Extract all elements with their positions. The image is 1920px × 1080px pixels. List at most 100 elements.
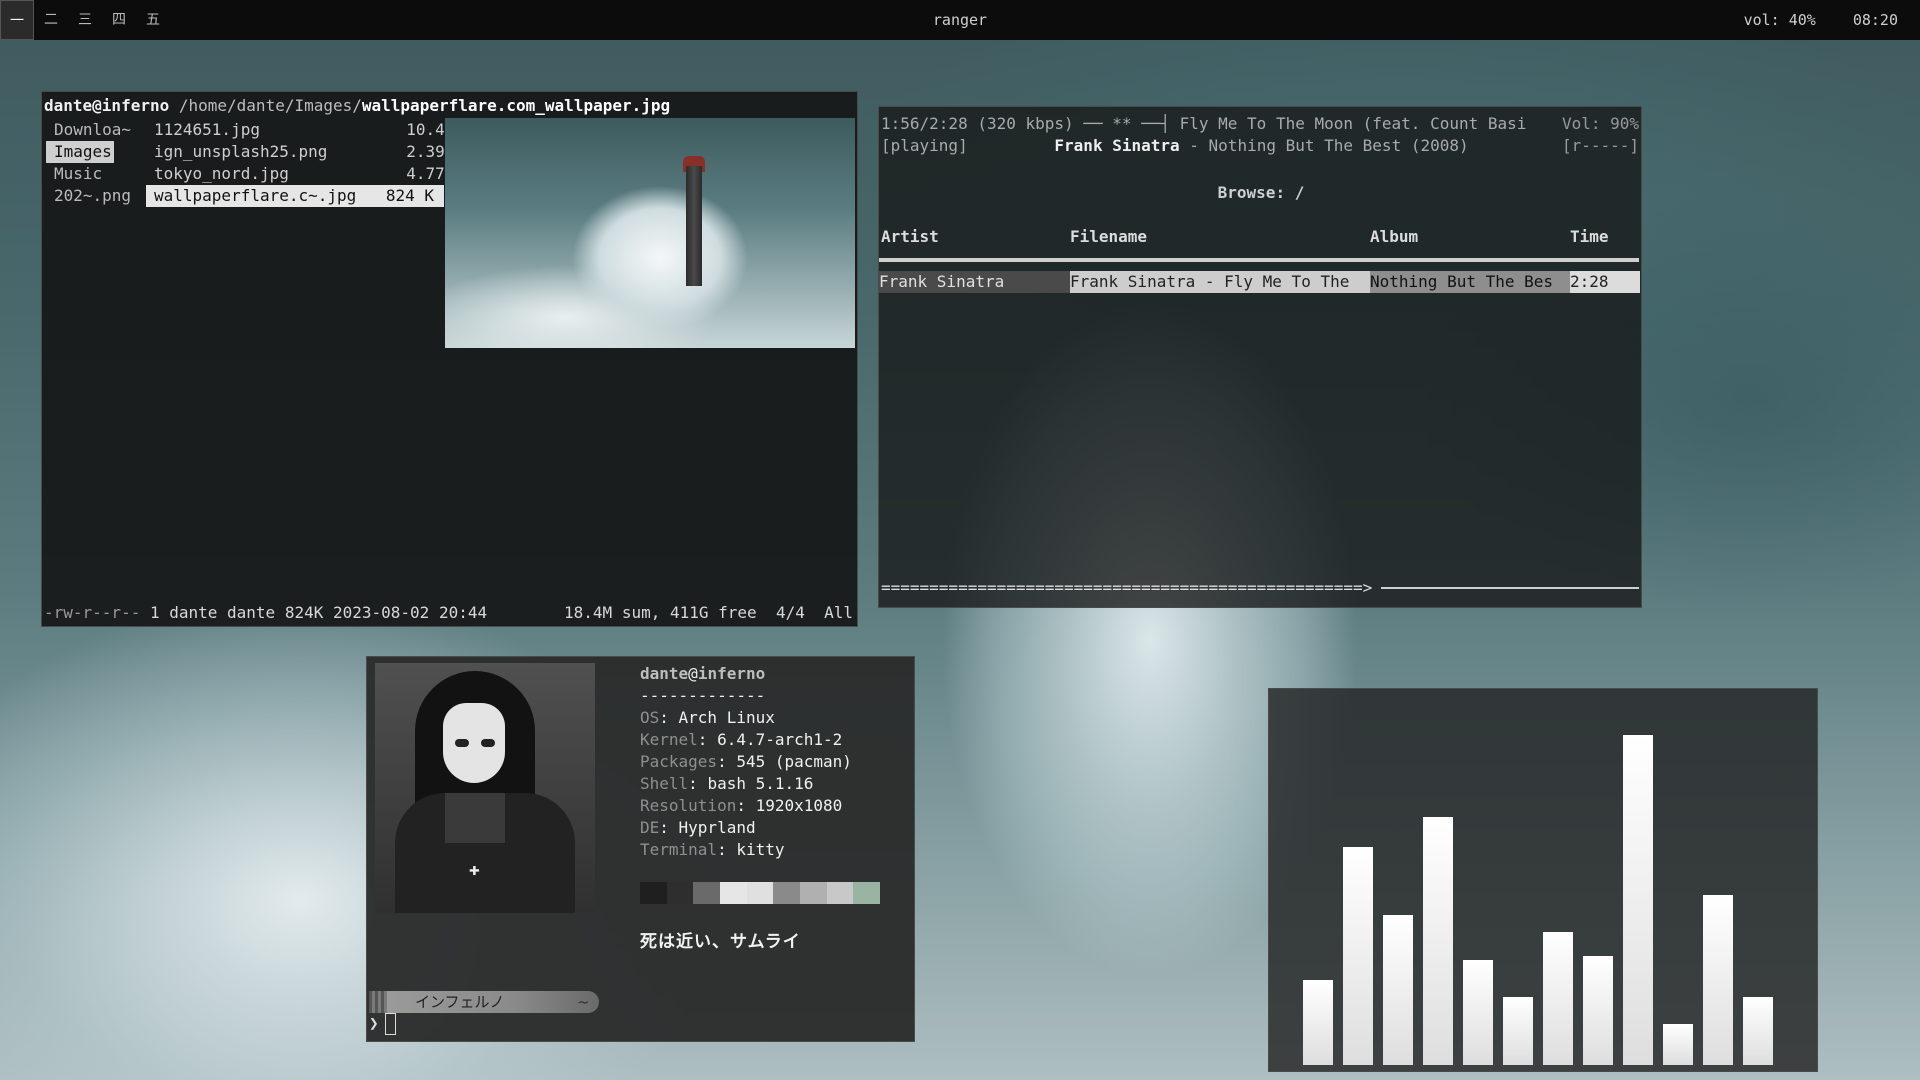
workspace-3[interactable]: 三 — [68, 0, 102, 40]
fetch-terminal[interactable]: ✚ dante@inferno ------------- OS: Arch L… — [366, 656, 915, 1042]
ranger-user-host: dante@inferno — [44, 96, 170, 115]
active-window-title: ranger — [932, 11, 988, 29]
col-header-album[interactable]: Album — [1370, 227, 1418, 246]
progress-remaining — [1381, 587, 1639, 589]
file-item[interactable]: wallpaperflare.c~.jpg 824 K — [146, 185, 444, 207]
visualizer-bar — [1623, 735, 1653, 1065]
file-name: tokyo_nord.jpg — [154, 164, 289, 183]
track-filename: Frank Sinatra - Fly Me To The — [1070, 271, 1370, 293]
file-item[interactable]: 1124651.jpg 10.4 M — [144, 119, 474, 141]
workspace-1[interactable]: 一 — [0, 0, 34, 40]
volume-indicator[interactable]: vol: 40% — [1744, 11, 1816, 29]
cmus-window[interactable]: 1:56/2:28 (320 kbps) ── ** ──┤ Fly Me To… — [878, 106, 1642, 608]
file-permissions: -rw-r--r-- — [44, 603, 141, 622]
col-header-artist[interactable]: Artist — [881, 227, 939, 246]
playback-progress[interactable]: ========================================… — [881, 580, 1639, 596]
info-value: kitty — [736, 840, 785, 859]
info-key: Shell — [640, 774, 689, 793]
visualizer-bar — [1343, 847, 1373, 1065]
prompt-label: インフェルノ — [415, 993, 505, 1011]
cmus-volume: Vol: 90% — [1561, 114, 1639, 133]
file-info: 1 dante dante 824K 2023-08-02 20:44 — [140, 603, 488, 622]
ranger-path: dante@inferno /home/dante/Images/wallpap… — [44, 96, 670, 115]
ranger-parent-column: Downloa~ Images Music 202~.png — [44, 119, 144, 207]
status-marks: ── ** ──┤ — [1073, 114, 1170, 133]
fetch-separator: ------------- — [640, 686, 766, 705]
file-size: 824 K — [385, 186, 434, 205]
info-key: DE — [640, 818, 660, 837]
info-line: Shell: bash 5.1.16 — [640, 773, 852, 795]
color-swatch — [853, 882, 881, 904]
portrait-face — [443, 703, 505, 783]
visualizer-bar — [1703, 895, 1733, 1065]
track-artist: Frank Sinatra — [879, 271, 1070, 293]
ranger-file-column: 1124651.jpg 10.4 Mign_unsplash25.png 2.39 … — [144, 119, 474, 207]
info-value: 545 (pacman) — [736, 752, 852, 771]
cmus-status-line: 1:56/2:28 (320 kbps) ── ** ──┤ Fly Me To… — [881, 113, 1526, 135]
info-colon: : — [736, 796, 756, 815]
prompt-input-line[interactable]: ❯ — [369, 1013, 396, 1035]
fetch-host: inferno — [697, 664, 766, 683]
parent-dir-item[interactable]: Downloa~ — [44, 119, 144, 141]
info-line: Kernel: 6.4.7-arch1-2 — [640, 729, 852, 751]
visualizer-bar — [1503, 997, 1533, 1065]
col-header-filename[interactable]: Filename — [1070, 227, 1147, 246]
info-colon: : — [697, 730, 718, 749]
info-line: DE: Hyprland — [640, 817, 852, 839]
info-colon: : — [659, 818, 679, 837]
now-playing-album: - Nothing But The Best (2008) — [1179, 136, 1469, 155]
prompt-tilde: ~ — [577, 993, 590, 1011]
fetch-info-lines: OS: Arch Linux Kernel: 6.4.7-arch1-2 Packa… — [640, 707, 852, 861]
info-value: 6.4.7-arch1-2 — [717, 730, 843, 749]
info-colon: : — [688, 774, 708, 793]
info-value: 1920x1080 — [755, 796, 843, 815]
track-album: Nothing But The Bes — [1370, 271, 1570, 293]
cmus-info-line: [playing] Frank Sinatra - Nothing But Th… — [881, 135, 1469, 157]
visualizer-bar — [1663, 1024, 1693, 1065]
workspace-5[interactable]: 五 — [136, 0, 170, 40]
parent-dir-item[interactable]: Images — [46, 141, 114, 163]
color-swatch — [773, 882, 801, 904]
ranger-current-file: wallpaperflare.com_wallpaper.jpg — [361, 96, 671, 115]
fetch-quote: 死は近い、サムライ — [640, 932, 801, 952]
color-swatch — [746, 882, 774, 904]
info-value: Hyprland — [678, 818, 756, 837]
prompt-cap — [369, 991, 387, 1013]
col-header-time[interactable]: Time — [1570, 227, 1609, 246]
lighthouse-tower — [686, 166, 702, 286]
portrait-eye — [455, 739, 469, 747]
workspace-4[interactable]: 四 — [102, 0, 136, 40]
text-cursor — [384, 1013, 396, 1035]
workspace-2[interactable]: 二 — [34, 0, 68, 40]
visualizer-bar — [1463, 960, 1493, 1065]
top-bar: 一二三四五 ranger vol: 40% 08:20 — [0, 0, 1920, 40]
visualizer-bar — [1423, 817, 1453, 1065]
color-swatch — [720, 882, 747, 904]
clock: 08:20 — [1852, 11, 1898, 29]
file-name: 1124651.jpg — [154, 120, 260, 139]
info-key: Terminal — [640, 840, 718, 859]
parent-dir-item[interactable]: Music — [44, 163, 144, 185]
audio-visualizer-window[interactable] — [1268, 688, 1818, 1072]
progress-fill: ========================================… — [881, 580, 1373, 596]
user-host-line: dante@inferno — [640, 663, 852, 685]
info-colon: : — [717, 840, 737, 859]
track-time: 2:28 — [1570, 271, 1640, 293]
file-item[interactable]: ign_unsplash25.png 2.39 M — [144, 141, 474, 163]
info-colon: : — [717, 752, 737, 771]
now-playing-artist: Frank Sinatra — [1054, 136, 1180, 155]
play-state: [playing] — [881, 136, 968, 155]
portrait-collar — [445, 793, 505, 843]
file-item[interactable]: tokyo_nord.jpg 4.77 M — [144, 163, 474, 185]
info-line: Resolution: 1920x1080 — [640, 795, 852, 817]
visualizer-bar — [1383, 915, 1413, 1065]
fetch-at: @ — [688, 664, 698, 683]
color-swatch — [640, 882, 667, 904]
ascii-art-portrait: ✚ — [375, 663, 595, 913]
ranger-window[interactable]: dante@inferno /home/dante/Images/wallpap… — [41, 91, 858, 627]
info-key: Kernel — [640, 730, 698, 749]
disk-summary: 18.4M sum, 411G free 4/4 All — [564, 603, 853, 622]
visualizer-bar — [1583, 956, 1613, 1065]
info-value: bash 5.1.16 — [707, 774, 814, 793]
parent-dir-item[interactable]: 202~.png — [44, 185, 144, 207]
